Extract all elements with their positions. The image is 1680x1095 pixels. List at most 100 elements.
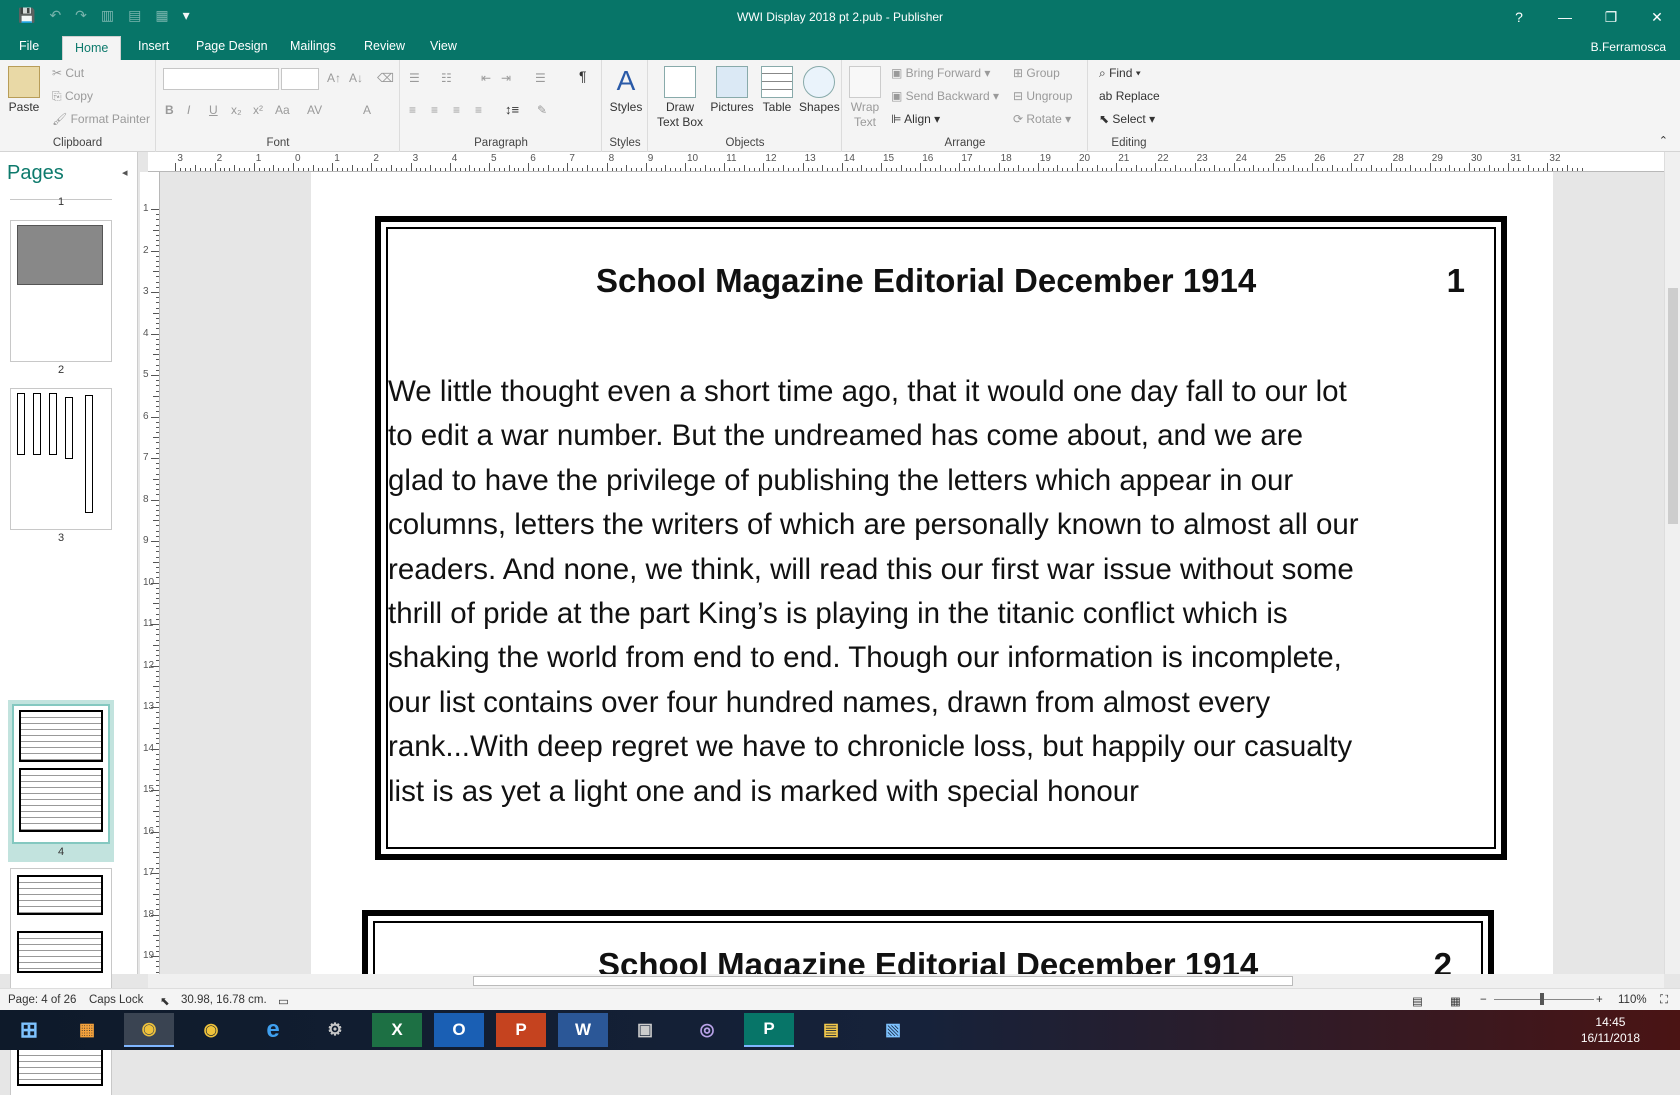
zoom-level[interactable]: 110% bbox=[1618, 994, 1647, 1006]
tab-mailings[interactable]: Mailings bbox=[290, 39, 336, 53]
zoom-slider[interactable] bbox=[1494, 999, 1594, 1000]
tab-file[interactable]: File bbox=[19, 39, 39, 53]
single-page-view-icon[interactable]: ▤ bbox=[1412, 994, 1423, 1008]
align-right-icon[interactable]: ≡ bbox=[453, 103, 460, 117]
zoom-out-icon[interactable]: − bbox=[1480, 994, 1487, 1006]
chrome-icon[interactable]: ◉ bbox=[124, 1013, 174, 1047]
publisher-icon[interactable]: P bbox=[744, 1013, 794, 1047]
ruler-tick bbox=[645, 163, 647, 171]
settings-icon[interactable]: ⚙ bbox=[310, 1013, 360, 1047]
restore-button[interactable]: ❐ bbox=[1588, 0, 1634, 34]
chrome-icon-2[interactable]: ◉ bbox=[186, 1013, 236, 1047]
ruler-tick bbox=[1282, 168, 1284, 171]
collapse-ribbon-icon[interactable]: ⌃ bbox=[1659, 134, 1668, 147]
clock[interactable]: 14:45 16/11/2018 bbox=[1581, 1014, 1640, 1046]
app-icon[interactable]: ◎ bbox=[682, 1013, 732, 1047]
replace-button[interactable]: ab Replace bbox=[1099, 89, 1160, 103]
change-case-button[interactable]: Aa bbox=[275, 103, 290, 117]
start-button[interactable]: ⊞ bbox=[4, 1013, 54, 1047]
internet-explorer-icon[interactable]: e bbox=[248, 1013, 298, 1047]
outlook-icon[interactable]: O bbox=[434, 1013, 484, 1047]
cut-button[interactable]: ✂ Cut bbox=[52, 66, 84, 80]
justify-icon[interactable]: ≡ bbox=[475, 103, 482, 117]
horizontal-ruler[interactable]: 3 2 1 0 1 2 3 4 5 6 7 8 9 10 11 12 13 14 15 16 17 18 19 20 21 22 2… bbox=[148, 152, 1664, 172]
align-button[interactable]: ⊫ Align ▾ bbox=[891, 112, 940, 126]
bullets-icon[interactable]: ☰ bbox=[409, 71, 420, 85]
tab-review[interactable]: Review bbox=[364, 39, 405, 53]
bring-forward-button[interactable]: ▣ Bring Forward ▾ bbox=[891, 66, 990, 80]
align-center-icon[interactable]: ≡ bbox=[431, 103, 438, 117]
two-page-view-icon[interactable]: ▦ bbox=[1450, 994, 1461, 1008]
vertical-scrollbar[interactable] bbox=[1664, 152, 1680, 974]
tab-page-design[interactable]: Page Design bbox=[196, 39, 268, 53]
file-explorer-icon[interactable]: ▤ bbox=[806, 1013, 856, 1047]
numbering-icon[interactable]: ☷ bbox=[441, 71, 452, 85]
collapse-pane-icon[interactable]: ◂ bbox=[122, 166, 128, 179]
increase-indent-icon[interactable]: ⇥ bbox=[501, 71, 511, 85]
columns-icon[interactable]: ☰ bbox=[535, 71, 546, 85]
line-spacing-icon[interactable]: ↕≡ bbox=[505, 102, 519, 117]
draw-text-box-button[interactable]: Draw Text Box bbox=[655, 66, 705, 130]
show-formatting-button[interactable]: ¶ bbox=[579, 68, 587, 84]
shrink-font-icon[interactable]: A↓ bbox=[349, 71, 363, 85]
horizontal-scroll-thumb[interactable] bbox=[473, 976, 1293, 986]
font-size-input[interactable] bbox=[281, 68, 319, 90]
paragraph-settings-icon[interactable]: ✎ bbox=[537, 103, 547, 117]
tab-view[interactable]: View bbox=[430, 39, 457, 53]
styles-button[interactable]: A Styles bbox=[607, 66, 645, 115]
apps-icon[interactable]: ▦ bbox=[62, 1013, 112, 1047]
shapes-button[interactable]: Shapes bbox=[799, 66, 840, 114]
page-status[interactable]: Page: 4 of 26 bbox=[8, 994, 76, 1006]
camera-icon[interactable]: ▣ bbox=[620, 1013, 670, 1047]
wrap-text-button[interactable]: Wrap Text bbox=[845, 66, 885, 130]
font-color-button[interactable]: A bbox=[363, 103, 371, 117]
table-button[interactable]: Table bbox=[757, 66, 797, 114]
underline-button[interactable]: U bbox=[209, 103, 218, 117]
fit-page-icon[interactable]: ⛶ bbox=[1660, 994, 1668, 1007]
find-button[interactable]: ⌕ Find ▾ bbox=[1099, 66, 1141, 81]
italic-button[interactable]: I bbox=[187, 103, 190, 117]
group-button[interactable]: ⊞ Group bbox=[1013, 66, 1060, 80]
rotate-button[interactable]: ⟳ Rotate ▾ bbox=[1013, 112, 1071, 126]
subscript-button[interactable]: x₂ bbox=[231, 103, 242, 117]
user-name[interactable]: B.Ferramosca bbox=[1591, 40, 1666, 54]
horizontal-scrollbar[interactable] bbox=[148, 974, 1664, 988]
word-icon[interactable]: W bbox=[558, 1013, 608, 1047]
document-canvas[interactable]: School Magazine Editorial December 1914 … bbox=[160, 172, 1665, 974]
page-thumb-3[interactable] bbox=[10, 388, 112, 530]
zoom-slider-thumb[interactable] bbox=[1540, 993, 1544, 1005]
help-button[interactable]: ? bbox=[1496, 0, 1542, 34]
pictures-button[interactable]: Pictures bbox=[707, 66, 757, 114]
excel-icon[interactable]: X bbox=[372, 1013, 422, 1047]
font-name-input[interactable] bbox=[163, 68, 279, 90]
format-painter-button[interactable]: 🖌 Format Painter bbox=[52, 112, 150, 126]
superscript-button[interactable]: x² bbox=[253, 103, 263, 117]
grow-font-icon[interactable]: A↑ bbox=[327, 71, 341, 85]
ruler-tick bbox=[400, 168, 402, 171]
zoom-in-icon[interactable]: + bbox=[1596, 994, 1603, 1006]
paste-button[interactable]: Paste bbox=[6, 66, 42, 114]
page-thumb-2[interactable] bbox=[10, 220, 112, 362]
tab-home[interactable]: Home bbox=[62, 36, 122, 60]
decrease-indent-icon[interactable]: ⇤ bbox=[481, 71, 491, 85]
text-box-2[interactable]: School Magazine Editorial December 1914 … bbox=[362, 910, 1494, 974]
copy-button[interactable]: ⎘ Copy bbox=[52, 89, 93, 104]
vertical-ruler[interactable]: 1 2 3 4 5 6 7 8 9 10 11 12 13 14 15 16 17 18 19 bbox=[140, 172, 160, 974]
tab-insert[interactable]: Insert bbox=[138, 39, 169, 53]
vertical-scroll-thumb[interactable] bbox=[1668, 288, 1678, 524]
ruler-tick bbox=[156, 245, 159, 247]
page-thumb-4[interactable] bbox=[12, 704, 110, 844]
align-left-icon[interactable]: ≡ bbox=[409, 103, 416, 117]
select-button[interactable]: ⬉ Select ▾ bbox=[1099, 112, 1155, 126]
bold-button[interactable]: B bbox=[165, 103, 174, 117]
text-box-1[interactable]: School Magazine Editorial December 1914 … bbox=[375, 216, 1507, 860]
character-spacing-button[interactable]: AV bbox=[307, 103, 322, 117]
remote-desktop-icon[interactable]: ▧ bbox=[868, 1013, 918, 1047]
ruler-tick bbox=[156, 566, 159, 568]
send-backward-button[interactable]: ▣ Send Backward ▾ bbox=[891, 89, 999, 103]
close-button[interactable]: ✕ bbox=[1634, 0, 1680, 34]
minimize-button[interactable]: — bbox=[1542, 0, 1588, 34]
clear-format-icon[interactable]: ⌫ bbox=[377, 71, 394, 85]
powerpoint-icon[interactable]: P bbox=[496, 1013, 546, 1047]
ungroup-button[interactable]: ⊟ Ungroup bbox=[1013, 89, 1072, 103]
